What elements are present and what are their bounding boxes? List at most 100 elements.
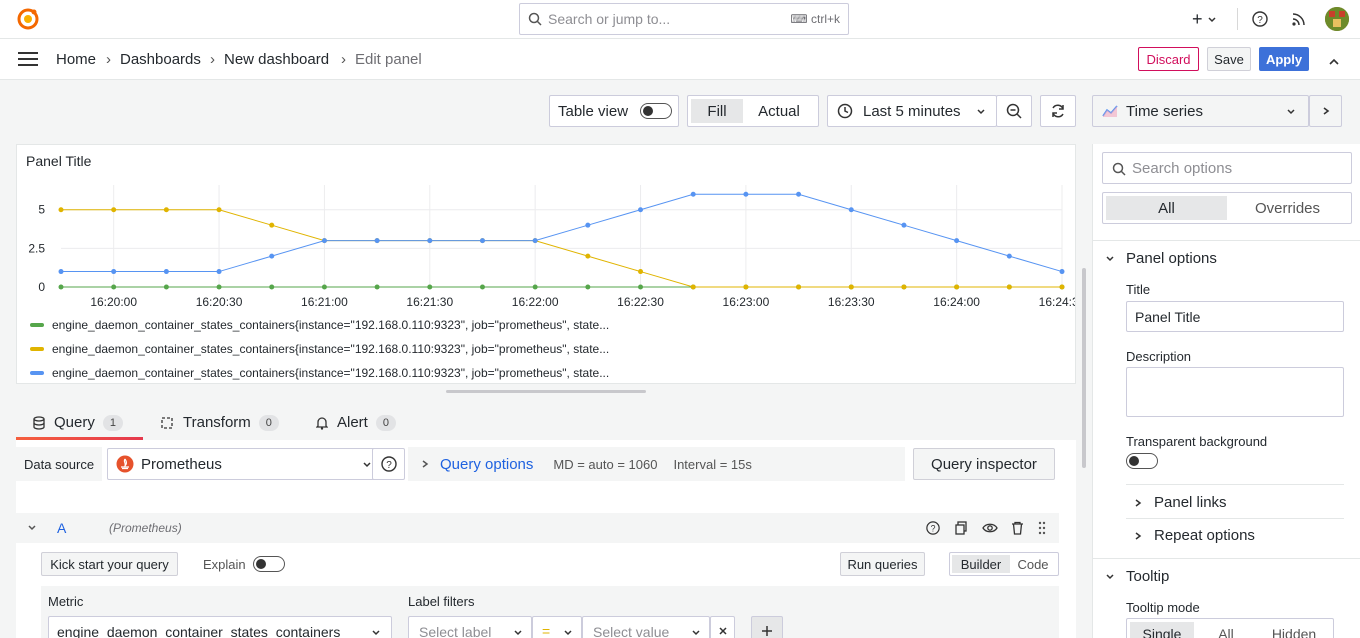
legend-label: engine_daemon_container_states_container… — [52, 318, 610, 332]
data-point — [216, 284, 222, 290]
data-point — [796, 191, 802, 197]
title-input[interactable]: Panel Title — [1126, 301, 1344, 332]
tab-transform[interactable]: Transform 0 — [160, 414, 279, 431]
chevron-down-icon — [977, 109, 985, 115]
grafana-logo-icon[interactable] — [16, 7, 40, 31]
operator-value: = — [542, 623, 551, 638]
options-overrides-tab[interactable]: Overrides — [1227, 196, 1348, 220]
y-tick-label: 5 — [38, 203, 45, 217]
data-point — [532, 238, 538, 244]
options-pane-toggle[interactable] — [1309, 95, 1342, 127]
datasource-row: Data source Prometheus ? Query options M… — [16, 447, 1076, 481]
metric-select[interactable]: engine_daemon_container_states_container… — [48, 616, 392, 638]
builder-mode-button[interactable]: Builder — [952, 555, 1010, 573]
panel-options-header[interactable]: Panel options — [1105, 250, 1217, 267]
value-select[interactable]: Select value — [582, 616, 710, 638]
breadcrumb-separator: › — [106, 51, 111, 68]
data-point — [1059, 284, 1065, 290]
x-tick-label: 16:24:30 — [1039, 295, 1075, 309]
scrollbar[interactable] — [1082, 268, 1086, 468]
zoom-out-button[interactable] — [996, 95, 1032, 127]
fill-button[interactable]: Fill — [691, 99, 743, 123]
code-mode-button[interactable]: Code — [1010, 555, 1056, 573]
data-point — [1006, 253, 1012, 259]
eye-icon[interactable] — [982, 521, 998, 535]
query-inspector-button[interactable]: Query inspector — [913, 448, 1055, 480]
help-icon[interactable]: ? — [926, 521, 940, 535]
rss-icon[interactable] — [1291, 11, 1307, 30]
tooltip-mode-hidden[interactable]: Hidden — [1258, 622, 1330, 638]
visualization-label: Time series — [1126, 102, 1203, 120]
help-icon[interactable]: ? — [1252, 11, 1268, 30]
tooltip-mode-single[interactable]: Single — [1130, 622, 1194, 638]
panel-links-header[interactable]: Panel links — [1133, 494, 1227, 511]
time-series-icon — [1102, 105, 1118, 117]
menu-icon[interactable] — [18, 52, 38, 66]
table-view-toggle[interactable]: Table view — [549, 95, 679, 127]
label-select-placeholder: Select label — [419, 624, 492, 638]
visualization-picker[interactable]: Time series — [1092, 95, 1309, 127]
operator-select[interactable]: = — [532, 616, 582, 638]
query-row-letter[interactable]: A — [57, 520, 66, 536]
data-point — [111, 269, 117, 275]
kick-start-button[interactable]: Kick start your query — [41, 552, 178, 576]
data-point — [269, 253, 275, 259]
datasource-picker[interactable]: Prometheus — [107, 448, 383, 480]
legend-item[interactable]: engine_daemon_container_states_container… — [30, 337, 609, 361]
data-point — [163, 207, 169, 213]
time-range-picker[interactable]: Last 5 minutes — [827, 95, 997, 127]
data-point — [690, 191, 696, 197]
time-series-chart[interactable]: 0 2.5 5 16:20:00 16:20:30 16:21:00 16:21:30 16:… — [17, 175, 1075, 315]
panel-title[interactable]: Panel Title — [26, 153, 91, 169]
data-point — [111, 284, 117, 290]
collapse-icon[interactable] — [1328, 54, 1340, 70]
label-select[interactable]: Select label — [408, 616, 532, 638]
x-tick-label: 16:22:30 — [617, 295, 664, 309]
panel-resize-handle[interactable] — [446, 390, 646, 393]
table-view-switch[interactable] — [640, 103, 672, 119]
actual-button[interactable]: Actual — [743, 99, 815, 123]
options-all-tab[interactable]: All — [1106, 196, 1227, 220]
avatar[interactable] — [1325, 7, 1349, 31]
trash-icon[interactable] — [1011, 521, 1024, 535]
add-filter-button[interactable] — [751, 616, 783, 638]
save-button[interactable]: Save — [1207, 47, 1251, 71]
tab-query[interactable]: Query 1 — [33, 414, 123, 431]
x-tick-label: 16:20:00 — [90, 295, 137, 309]
breadcrumb-dashboards[interactable]: Dashboards — [120, 51, 201, 68]
legend-item[interactable]: engine_daemon_container_states_container… — [30, 313, 609, 337]
refresh-button[interactable] — [1040, 95, 1076, 127]
run-queries-button[interactable]: Run queries — [840, 552, 925, 576]
tooltip-mode-all[interactable]: All — [1194, 622, 1258, 638]
datasource-help-button[interactable]: ? — [372, 448, 405, 480]
chevron-down-icon[interactable] — [27, 523, 37, 533]
tooltip-header[interactable]: Tooltip — [1105, 568, 1169, 585]
duplicate-icon[interactable] — [954, 521, 968, 535]
data-point — [954, 284, 960, 290]
interval-value: Interval = 15s — [673, 456, 752, 472]
remove-filter-button[interactable] — [710, 616, 735, 638]
new-button[interactable]: + — [1192, 9, 1217, 30]
apply-button[interactable]: Apply — [1259, 47, 1309, 71]
drag-handle-icon[interactable] — [1037, 521, 1047, 535]
breadcrumb-new-dashboard[interactable]: New dashboard — [224, 51, 329, 68]
divider — [1093, 558, 1360, 559]
data-point — [163, 269, 169, 275]
breadcrumb-separator: › — [341, 51, 346, 68]
query-options-bar[interactable]: Query options MD = auto = 1060 Interval … — [408, 447, 905, 481]
description-textarea[interactable] — [1126, 367, 1344, 417]
legend-label: engine_daemon_container_states_container… — [52, 366, 610, 380]
data-point — [58, 269, 64, 275]
options-search-input[interactable]: Search options — [1102, 152, 1352, 184]
datasource-value: Prometheus — [141, 455, 222, 473]
legend-item[interactable]: engine_daemon_container_states_container… — [30, 361, 609, 385]
discard-button[interactable]: Discard — [1138, 47, 1199, 71]
search-input[interactable]: Search or jump to... ⌨ ctrl+k — [519, 3, 849, 35]
top-bar: Search or jump to... ⌨ ctrl+k + ? — [0, 0, 1360, 39]
repeat-options-header[interactable]: Repeat options — [1133, 527, 1255, 544]
transparent-toggle[interactable] — [1126, 453, 1158, 469]
breadcrumb-home[interactable]: Home — [56, 51, 96, 68]
tab-alert[interactable]: Alert 0 — [316, 414, 396, 431]
panel-links-label: Panel links — [1154, 494, 1227, 511]
explain-toggle[interactable] — [253, 556, 285, 572]
